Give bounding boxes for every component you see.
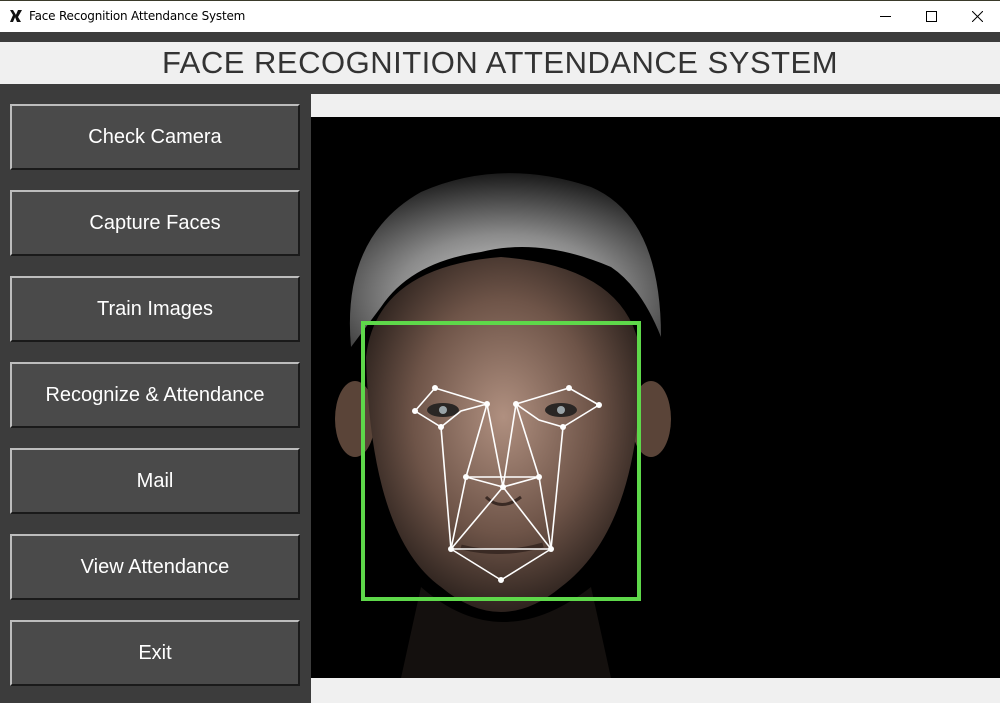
- mail-button[interactable]: Mail: [10, 448, 300, 514]
- minimize-button[interactable]: [862, 1, 908, 32]
- exit-button[interactable]: Exit: [10, 620, 300, 686]
- app-header: FACE RECOGNITION ATTENDANCE SYSTEM: [0, 42, 1000, 84]
- display-margin-bottom: [311, 678, 1000, 703]
- check-camera-button[interactable]: Check Camera: [10, 104, 300, 170]
- window-title: Face Recognition Attendance System: [29, 9, 246, 23]
- display-margin-top: [311, 94, 1000, 117]
- maximize-icon: [925, 11, 937, 22]
- close-icon: [971, 11, 983, 22]
- face: [366, 257, 641, 612]
- close-button[interactable]: [954, 1, 1000, 32]
- face-detection-image: [335, 173, 671, 678]
- window-titlebar: Face Recognition Attendance System: [0, 0, 1000, 32]
- view-attendance-button[interactable]: View Attendance: [10, 534, 300, 600]
- camera-preview: [311, 117, 1000, 678]
- x-logo-icon: [10, 10, 22, 22]
- recognize-attendance-button[interactable]: Recognize & Attendance: [10, 362, 300, 428]
- app-heading: FACE RECOGNITION ATTENDANCE SYSTEM: [161, 45, 839, 80]
- minimize-icon: [879, 16, 891, 17]
- frame-border-middle: [0, 84, 1000, 94]
- train-images-button[interactable]: Train Images: [10, 276, 300, 342]
- maximize-button[interactable]: [908, 1, 954, 32]
- capture-faces-button[interactable]: Capture Faces: [10, 190, 300, 256]
- frame-border-top: [0, 32, 1000, 42]
- sidebar: Check Camera Capture Faces Train Images …: [0, 94, 311, 703]
